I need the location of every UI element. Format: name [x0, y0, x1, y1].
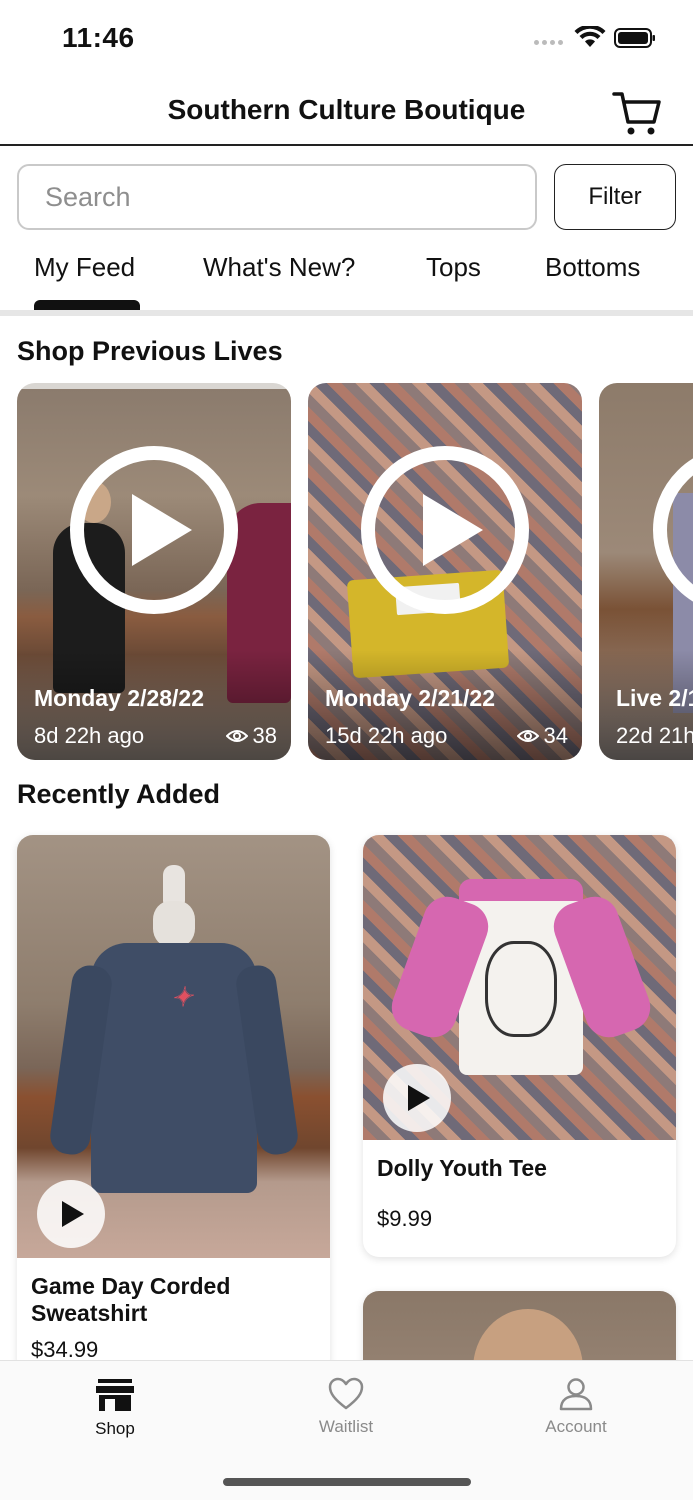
product-card[interactable]: ✦ Game Day Corded Sweatshirt $34.99: [17, 835, 330, 1375]
live-card[interactable]: Live 2/1 22d 21h: [599, 383, 693, 760]
nav-label: Waitlist: [318, 1417, 374, 1436]
nav-label: Shop: [95, 1419, 135, 1438]
nav-waitlist[interactable]: Waitlist: [286, 1377, 406, 1437]
live-time-ago: 15d 22h ago: [325, 723, 448, 748]
wifi-icon: [574, 26, 606, 47]
live-card[interactable]: Monday 2/28/22 8d 22h ago 38: [17, 383, 291, 760]
product-price: $9.99: [377, 1206, 433, 1231]
play-icon[interactable]: [383, 1064, 451, 1132]
nav-shop[interactable]: Shop: [55, 1377, 175, 1439]
play-icon: [361, 446, 529, 614]
lives-section-title: Shop Previous Lives: [17, 336, 283, 366]
category-tabs: My Feed What's New? Tops Bottoms: [0, 240, 693, 316]
product-name: Game Day Corded Sweatshirt: [31, 1273, 231, 1326]
recent-section-title: Recently Added: [17, 779, 221, 809]
eye-icon: [516, 730, 539, 742]
nav-account[interactable]: Account: [516, 1377, 636, 1437]
product-card[interactable]: Dolly Youth Tee $9.99: [363, 835, 676, 1257]
cart-button[interactable]: [608, 88, 664, 138]
status-bar: 11:46: [0, 0, 693, 76]
views-count: 38: [252, 723, 277, 748]
store-icon: [96, 1379, 134, 1411]
tab-my-feed[interactable]: My Feed: [34, 252, 135, 283]
views-count: 34: [543, 723, 568, 748]
live-date: Monday 2/28/22: [34, 685, 205, 711]
live-views: 38: [225, 723, 277, 749]
eye-icon: [225, 730, 248, 742]
page-title: Southern Culture Boutique: [167, 94, 526, 125]
filter-button[interactable]: Filter: [554, 164, 676, 230]
live-views: 34: [516, 723, 568, 749]
live-time-ago: 8d 22h ago: [34, 723, 145, 748]
signal-icon: [534, 40, 563, 45]
live-card[interactable]: Monday 2/21/22 15d 22h ago 34: [308, 383, 582, 760]
cart-icon: [612, 92, 661, 135]
person-icon: [559, 1378, 593, 1411]
nav-label: Account: [545, 1417, 607, 1436]
app-header: Southern Culture Boutique: [0, 76, 693, 146]
search-input[interactable]: [17, 164, 537, 230]
tab-bottoms[interactable]: Bottoms: [545, 252, 640, 283]
heart-icon: [328, 1377, 364, 1410]
product-name: Dolly Youth Tee: [377, 1155, 547, 1181]
play-icon[interactable]: [37, 1180, 105, 1248]
play-icon: [70, 446, 238, 614]
tab-tops[interactable]: Tops: [426, 252, 481, 283]
live-time-ago: 22d 21h: [616, 723, 693, 748]
home-indicator: [223, 1478, 471, 1486]
tab-whats-new[interactable]: What's New?: [203, 252, 355, 283]
live-date: Monday 2/21/22: [325, 685, 496, 711]
status-time: 11:46: [62, 22, 135, 53]
active-tab-indicator: [34, 300, 140, 310]
live-date: Live 2/1: [616, 685, 693, 711]
battery-icon: [614, 28, 655, 48]
